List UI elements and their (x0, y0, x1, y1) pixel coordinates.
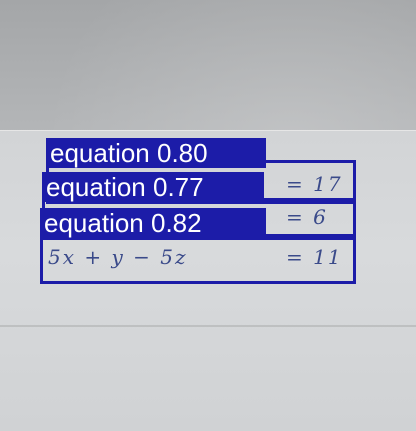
detection-label-1: equation 0.80 (46, 138, 266, 168)
paper-crease (0, 325, 416, 327)
detection-label-3: equation 0.82 (40, 208, 266, 238)
detection-box-3 (40, 234, 356, 284)
detection-label-2: equation 0.77 (42, 172, 264, 202)
